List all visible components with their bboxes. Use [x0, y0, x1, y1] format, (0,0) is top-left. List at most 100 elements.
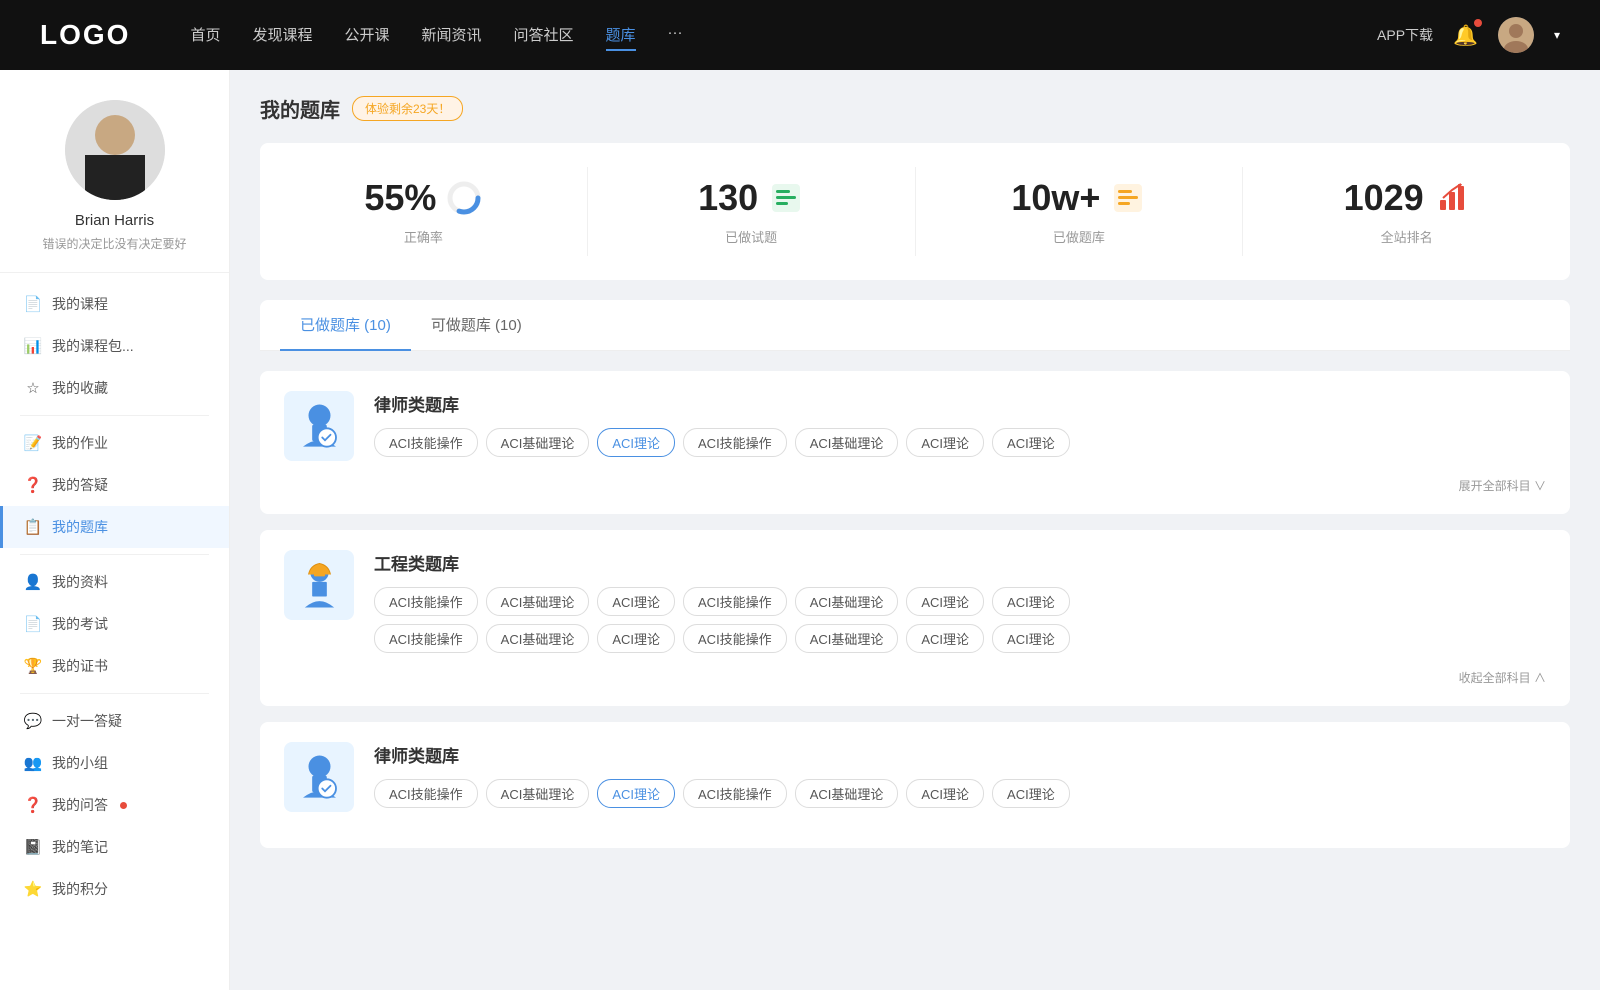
tag-item[interactable]: ACI基础理论 — [486, 624, 590, 653]
notification-badge — [1474, 19, 1482, 27]
tab-done-banks[interactable]: 已做题库 (10) — [280, 300, 411, 351]
tag-item[interactable]: ACI基础理论 — [795, 624, 899, 653]
menu-label: 我的课程包... — [52, 336, 134, 356]
tag-item[interactable]: ACI理论 — [906, 428, 984, 457]
cert-icon: 🏆 — [24, 657, 42, 675]
app-download-button[interactable]: APP下载 — [1377, 25, 1433, 45]
tag-item[interactable]: ACI理论 — [906, 587, 984, 616]
tag-item[interactable]: ACI技能操作 — [374, 587, 478, 616]
tags-row-1: ACI技能操作 ACI基础理论 ACI理论 ACI技能操作 ACI基础理论 AC… — [374, 587, 1546, 616]
menu-my-group[interactable]: 👥 我的小组 — [0, 742, 229, 784]
notification-bell[interactable]: 🔔 — [1453, 23, 1478, 48]
sidebar: Brian Harris 错误的决定比没有决定要好 📄 我的课程 📊 我的课程包… — [0, 70, 230, 990]
unread-badge — [120, 802, 127, 809]
tag-item-active[interactable]: ACI理论 — [597, 428, 675, 457]
menu-label: 我的考试 — [52, 614, 108, 634]
list-green-icon — [768, 180, 804, 216]
exam-icon: 📄 — [24, 615, 42, 633]
bar-chart-icon — [1434, 180, 1470, 216]
menu-label: 我的资料 — [52, 572, 108, 592]
questionbank-icon: 📋 — [24, 518, 42, 536]
menu-my-cert[interactable]: 🏆 我的证书 — [0, 645, 229, 687]
tag-item[interactable]: ACI技能操作 — [683, 428, 787, 457]
header: LOGO 首页 发现课程 公开课 新闻资讯 问答社区 题库 ··· APP下载 … — [0, 0, 1600, 70]
stats-row: 55% 正确率 130 — [260, 143, 1570, 280]
chat-icon: 💬 — [24, 712, 42, 730]
tag-item[interactable]: ACI基础理论 — [486, 587, 590, 616]
tag-item[interactable]: ACI理论 — [992, 779, 1070, 808]
avatar[interactable] — [1498, 17, 1534, 53]
tag-item[interactable]: ACI基础理论 — [795, 587, 899, 616]
nav-qa[interactable]: 问答社区 — [514, 20, 574, 51]
main-nav: 首页 发现课程 公开课 新闻资讯 问答社区 题库 ··· — [190, 20, 1377, 51]
tag-item[interactable]: ACI基础理论 — [486, 779, 590, 808]
group-icon: 👥 — [24, 754, 42, 772]
tag-item[interactable]: ACI基础理论 — [795, 428, 899, 457]
menu-label: 我的笔记 — [52, 837, 108, 857]
tab-available-banks[interactable]: 可做题库 (10) — [411, 300, 542, 351]
nav-more[interactable]: ··· — [668, 20, 683, 51]
menu-my-answers[interactable]: ❓ 我的问答 — [0, 784, 229, 826]
data-icon: 👤 — [24, 573, 42, 591]
logo[interactable]: LOGO — [40, 19, 130, 51]
menu-one-on-one[interactable]: 💬 一对一答疑 — [0, 700, 229, 742]
qbank-info: 工程类题库 ACI技能操作 ACI基础理论 ACI理论 ACI技能操作 ACI基… — [374, 550, 1546, 653]
tag-item[interactable]: ACI理论 — [597, 624, 675, 653]
menu-my-exam[interactable]: 📄 我的考试 — [0, 603, 229, 645]
tag-item[interactable]: ACI理论 — [992, 587, 1070, 616]
expand-link[interactable]: 展开全部科目 ∨ — [1459, 477, 1546, 494]
homework-icon: 📝 — [24, 434, 42, 452]
stat-label: 已做题库 — [1053, 227, 1105, 246]
tag-item[interactable]: ACI理论 — [992, 624, 1070, 653]
tag-item[interactable]: ACI技能操作 — [683, 587, 787, 616]
page-layout: Brian Harris 错误的决定比没有决定要好 📄 我的课程 📊 我的课程包… — [0, 70, 1600, 990]
stat-value: 130 — [698, 177, 758, 219]
notes-icon: 📓 — [24, 838, 42, 856]
star-icon: ☆ — [24, 379, 42, 397]
menu-my-points[interactable]: ⭐ 我的积分 — [0, 868, 229, 910]
points-icon: ⭐ — [24, 880, 42, 898]
tag-item-active[interactable]: ACI理论 — [597, 779, 675, 808]
collapse-link[interactable]: 收起全部科目 ∧ — [1459, 669, 1546, 686]
menu-question-bank[interactable]: 📋 我的题库 — [0, 506, 229, 548]
page-title: 我的题库 — [260, 94, 340, 123]
tag-item[interactable]: ACI理论 — [992, 428, 1070, 457]
nav-discover[interactable]: 发现课程 — [252, 20, 312, 51]
tag-item[interactable]: ACI基础理论 — [795, 779, 899, 808]
menu-collection[interactable]: ☆ 我的收藏 — [0, 367, 229, 409]
menu-label: 我的积分 — [52, 879, 108, 899]
tag-item[interactable]: ACI技能操作 — [374, 428, 478, 457]
tag-item[interactable]: ACI技能操作 — [683, 624, 787, 653]
profile-name: Brian Harris — [20, 212, 209, 229]
tag-item[interactable]: ACI技能操作 — [374, 779, 478, 808]
qbank-title: 律师类题库 — [374, 391, 1546, 416]
qbank-icon-engineer — [284, 550, 354, 620]
user-dropdown-arrow[interactable]: ▾ — [1554, 28, 1560, 42]
menu-my-notes[interactable]: 📓 我的笔记 — [0, 826, 229, 868]
menu-label: 我的证书 — [52, 656, 108, 676]
menu-course-package[interactable]: 📊 我的课程包... — [0, 325, 229, 367]
tag-item[interactable]: ACI技能操作 — [683, 779, 787, 808]
menu-label: 一对一答疑 — [52, 711, 122, 731]
tag-item[interactable]: ACI理论 — [597, 587, 675, 616]
stat-accuracy: 55% 正确率 — [260, 167, 588, 256]
tag-item[interactable]: ACI理论 — [906, 624, 984, 653]
nav-news[interactable]: 新闻资讯 — [422, 20, 482, 51]
nav-home[interactable]: 首页 — [190, 20, 220, 51]
menu-my-course[interactable]: 📄 我的课程 — [0, 283, 229, 325]
tag-item[interactable]: ACI理论 — [906, 779, 984, 808]
menu-my-data[interactable]: 👤 我的资料 — [0, 561, 229, 603]
stat-top: 55% — [364, 177, 482, 219]
nav-opencourse[interactable]: 公开课 — [344, 20, 389, 51]
tag-item[interactable]: ACI基础理论 — [486, 428, 590, 457]
menu-homework[interactable]: 📝 我的作业 — [0, 422, 229, 464]
nav-questionbank[interactable]: 题库 — [606, 20, 636, 51]
menu-qa-mine[interactable]: ❓ 我的答疑 — [0, 464, 229, 506]
header-right: APP下载 🔔 ▾ — [1377, 17, 1560, 53]
qbank-section-engineer: 工程类题库 ACI技能操作 ACI基础理论 ACI理论 ACI技能操作 ACI基… — [260, 530, 1570, 706]
menu-label: 我的题库 — [52, 517, 108, 537]
qbank-header: 律师类题库 ACI技能操作 ACI基础理论 ACI理论 ACI技能操作 ACI基… — [284, 742, 1546, 812]
tag-item[interactable]: ACI技能操作 — [374, 624, 478, 653]
qa-icon: ❓ — [24, 476, 42, 494]
menu-label: 我的作业 — [52, 433, 108, 453]
